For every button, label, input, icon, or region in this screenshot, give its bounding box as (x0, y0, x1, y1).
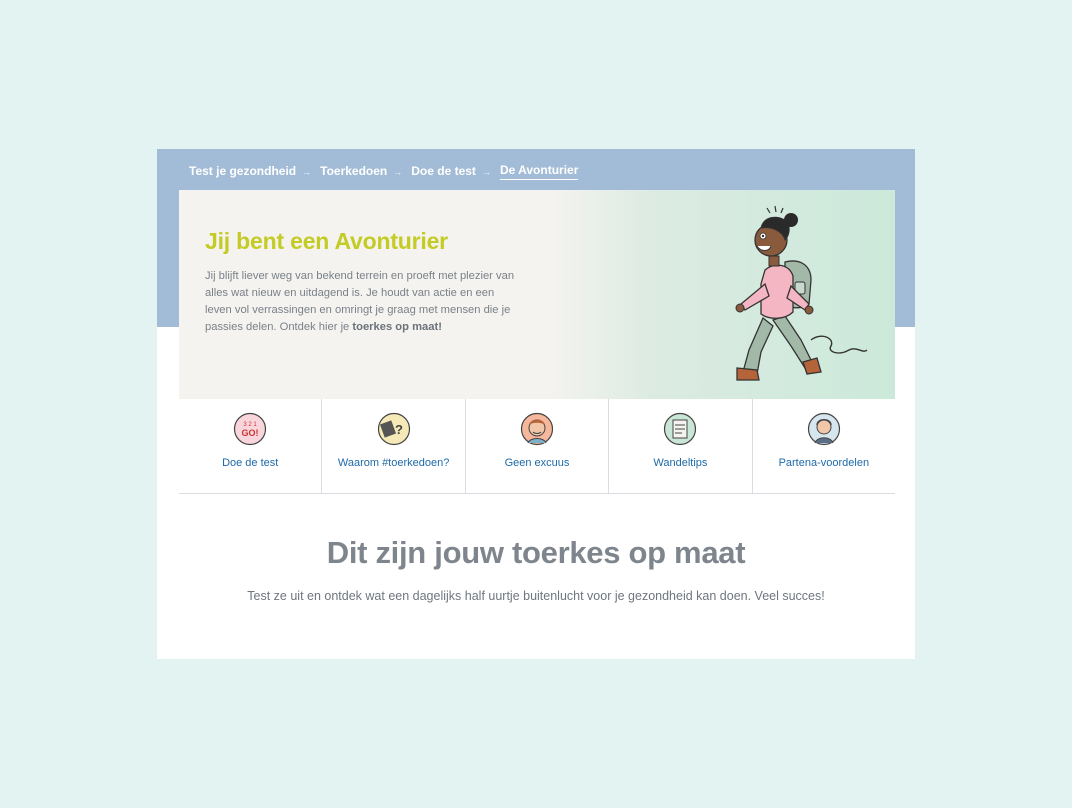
walking-hiker-illustration (735, 205, 868, 381)
tile-label: Wandeltips (653, 457, 708, 469)
tile-label: Waarom #toerkedoen? (337, 457, 450, 469)
arrow-right-icon: → (481, 166, 491, 177)
breadcrumb-current-avonturier[interactable]: De Avonturier (499, 163, 579, 180)
tile-label: Geen excuus (504, 457, 570, 469)
tips-board-icon (664, 412, 697, 446)
tile-geen-excuus[interactable]: Geen excuus (465, 399, 610, 494)
tile-partena-voordelen[interactable]: Partena-voordelen (752, 399, 896, 494)
breadcrumb-toerkedoen[interactable]: Toerkedoen (320, 164, 387, 180)
quick-links: 3 2 1 GO! Doe de test ? Waarom #toerkedo… (179, 399, 896, 494)
go-icon: 3 2 1 GO! (234, 412, 267, 446)
svg-text:GO!: GO! (242, 428, 259, 438)
advisor-headset-icon (807, 412, 840, 446)
hero-description: Jij blijft liever weg van bekend terrein… (205, 268, 515, 336)
arrow-right-icon: → (393, 166, 403, 177)
breadcrumb-doe-de-test[interactable]: Doe de test (411, 164, 476, 180)
hero-description-bold: toerkes op maat! (352, 321, 442, 333)
tile-waarom-toerkedoen[interactable]: ? Waarom #toerkedoen? (322, 399, 466, 494)
tile-doe-de-test[interactable]: 3 2 1 GO! Doe de test (179, 399, 323, 494)
person-face-icon (520, 412, 554, 446)
tile-label: Doe de test (222, 457, 279, 469)
tile-label: Partena-voordelen (778, 457, 870, 469)
content-frame: Test je gezondheid → Toerkedoen → Doe de… (157, 149, 915, 659)
question-sign-icon: ? (377, 412, 410, 446)
section-subtitle: Test ze uit en ontdek wat een dagelijks … (247, 589, 825, 603)
hero-title: Jij bent een Avonturier (205, 228, 448, 254)
hero-banner: Jij bent een Avonturier Jij blijft lieve… (179, 190, 895, 399)
breadcrumb-test-je-gezondheid[interactable]: Test je gezondheid (189, 164, 296, 180)
svg-text:?: ? (395, 422, 403, 437)
breadcrumb: Test je gezondheid → Toerkedoen → Doe de… (189, 163, 579, 180)
section-title: Dit zijn jouw toerkes op maat (326, 535, 746, 570)
arrow-right-icon: → (302, 166, 312, 177)
tile-wandeltips[interactable]: Wandeltips (609, 399, 753, 494)
